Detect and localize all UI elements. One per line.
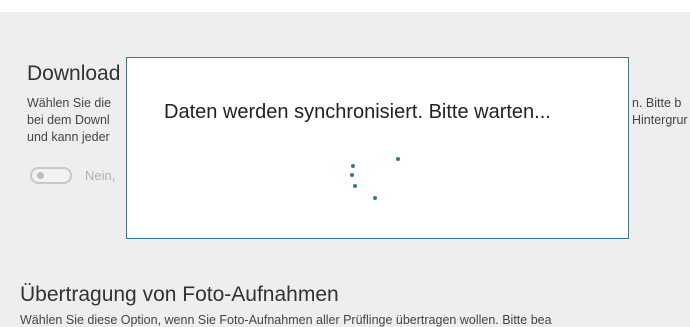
- download-description-line-1: Wählen Sie die: [27, 96, 112, 110]
- spinner-dot: [373, 196, 377, 200]
- download-description-right-2: Hintergrur: [632, 113, 688, 127]
- sync-message: Daten werden synchronisiert. Bitte warte…: [164, 101, 551, 123]
- photo-description-line: Wählen Sie diese Option, wenn Sie Foto-A…: [20, 313, 552, 327]
- download-description-line-2: bei dem Downl: [27, 113, 110, 127]
- spinner-dot: [396, 157, 400, 161]
- download-description-line-3: und kann jeder: [27, 130, 110, 144]
- spinner-dot: [351, 164, 355, 168]
- sync-dialog: Daten werden synchronisiert. Bitte warte…: [126, 57, 629, 239]
- spinner-dot: [350, 173, 354, 177]
- download-section-title: Download: [27, 62, 121, 85]
- photo-section-title: Übertragung von Foto-Aufnahmen: [20, 283, 339, 306]
- download-description-right-1: n. Bitte b: [632, 96, 682, 110]
- download-toggle[interactable]: [30, 167, 72, 184]
- spinner-dot: [353, 184, 357, 188]
- download-toggle-label: Nein,: [85, 168, 116, 183]
- top-strip: [0, 0, 690, 12]
- toggle-knob: [37, 172, 44, 179]
